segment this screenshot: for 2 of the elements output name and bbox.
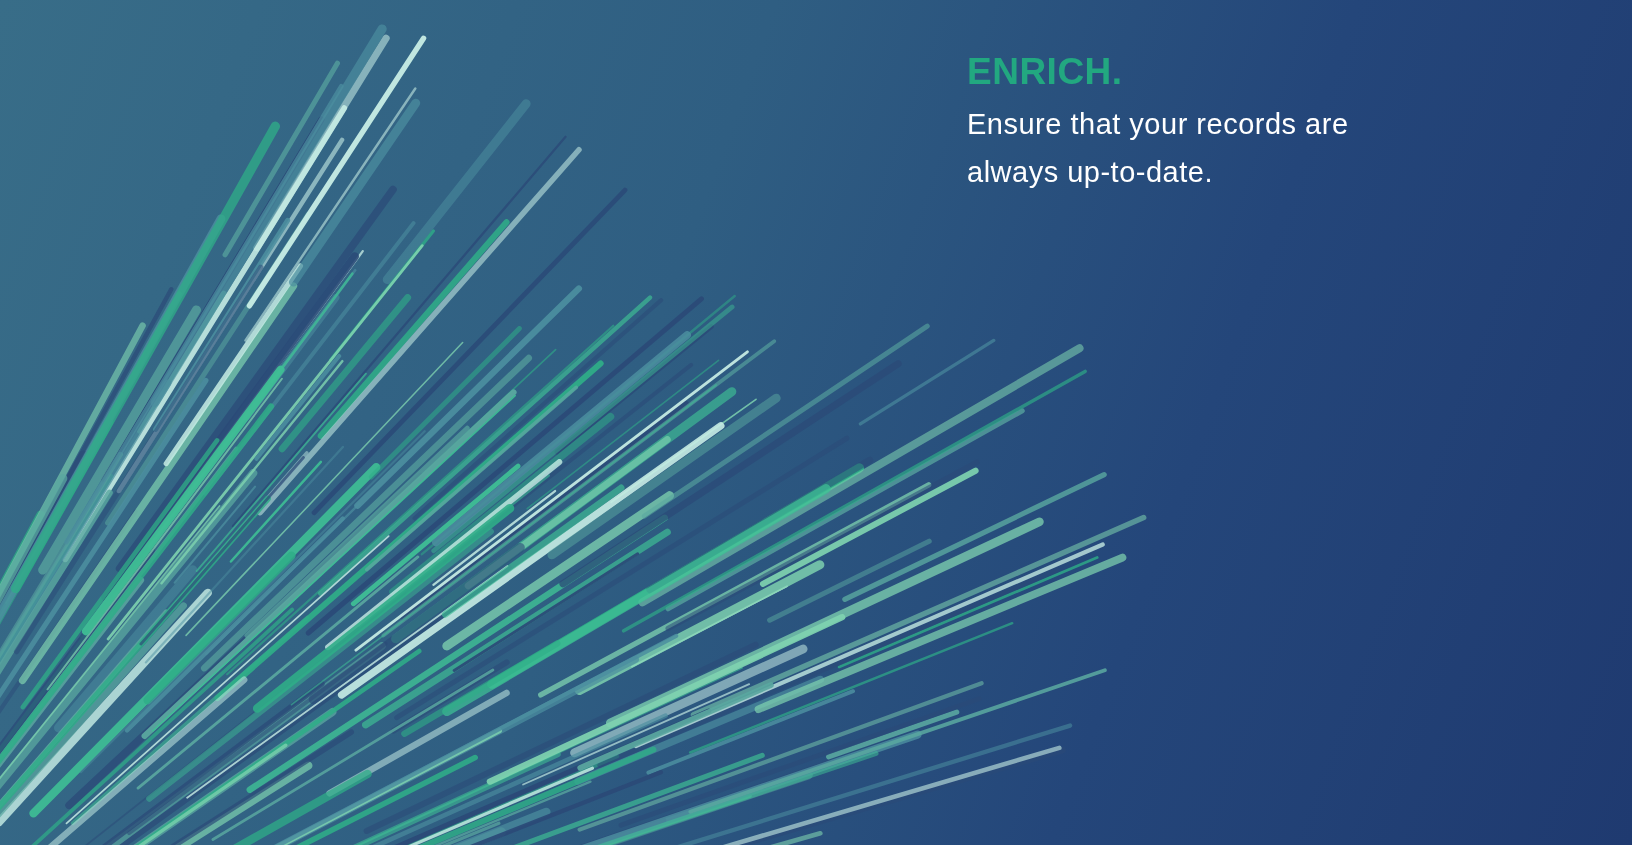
description: Ensure that your records are always up-to-date. xyxy=(967,107,1350,190)
heading: ENRICH. xyxy=(967,50,1124,94)
